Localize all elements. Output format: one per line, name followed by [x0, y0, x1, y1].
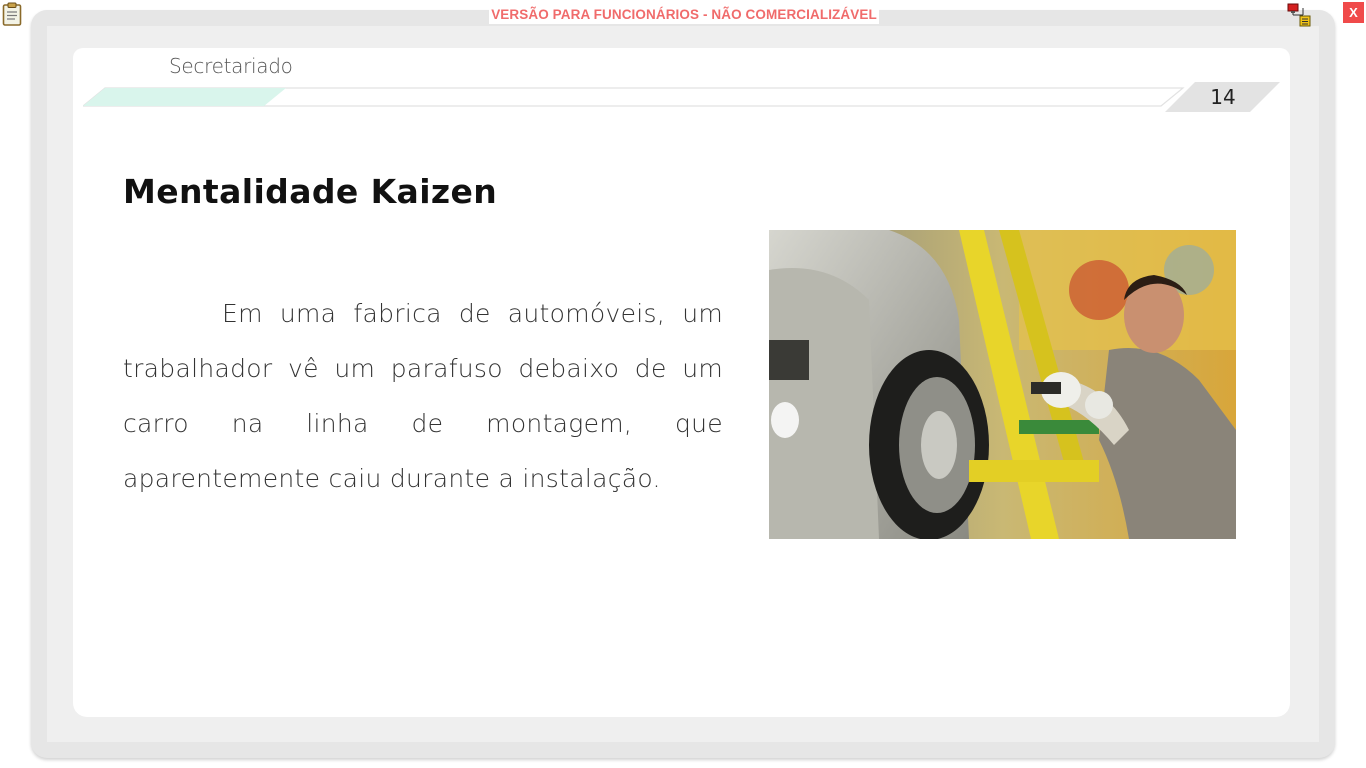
watermark-banner: VERSÃO PARA FUNCIONÁRIOS - NÃO COMERCIAL… [489, 6, 879, 24]
page-number: 14 [1210, 85, 1236, 109]
header-divider-bar [83, 82, 1280, 112]
slide-body-text: Em uma fabrica de automóveis, um trabalh… [123, 299, 723, 493]
slide-canvas: Secretariado 14 Mentalidade Kaizen Em um… [73, 48, 1290, 717]
slide-title: Mentalidade Kaizen [123, 172, 498, 211]
clipboard-icon[interactable] [2, 2, 22, 26]
close-button[interactable]: X [1343, 2, 1364, 23]
app-window: VERSÃO PARA FUNCIONÁRIOS - NÃO COMERCIAL… [0, 0, 1366, 768]
car-factory-worker-photo [769, 230, 1236, 539]
slide-header-label: Secretariado [169, 54, 293, 78]
network-status-icon[interactable] [1287, 3, 1313, 27]
